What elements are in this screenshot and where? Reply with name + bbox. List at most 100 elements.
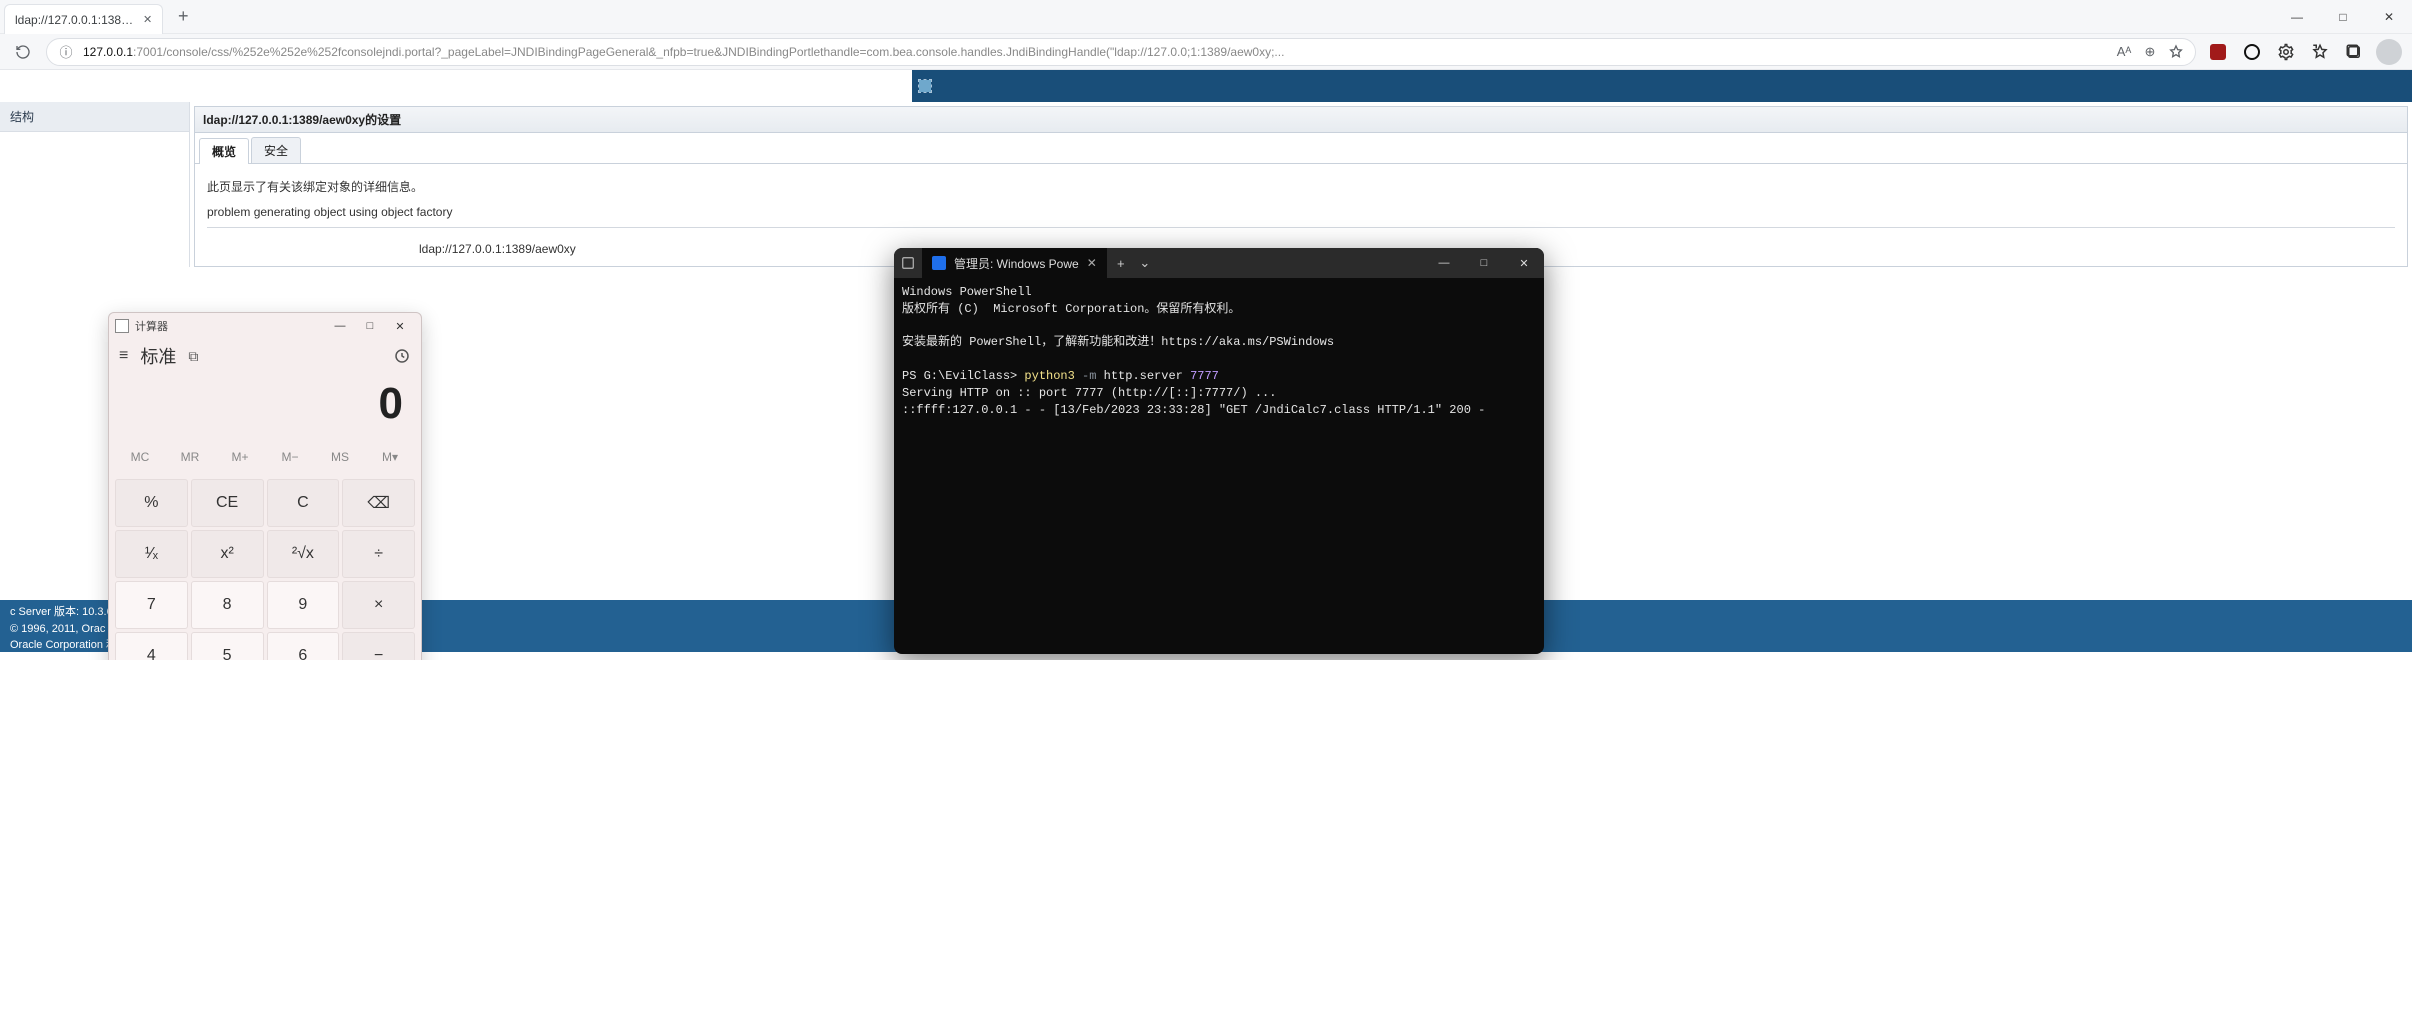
calculator-title: 计算器	[135, 318, 168, 334]
calc-mplus[interactable]: M+	[215, 439, 265, 475]
terminal-dropdown-icon[interactable]: ⌄	[1135, 255, 1155, 271]
calc-minus[interactable]: −	[342, 632, 415, 660]
reader-mode-icon[interactable]: Aᴬ	[2115, 43, 2133, 61]
calc-ms[interactable]: MS	[315, 439, 365, 475]
calc-c[interactable]: C	[267, 479, 340, 527]
terminal-window: 管理员: Windows Powe ✕ + ⌄ — □ ✕ Windows Po…	[894, 248, 1544, 654]
terminal-window-controls: — □ ✕	[1424, 248, 1544, 278]
maximize-button[interactable]: □	[2320, 0, 2366, 34]
calc-9[interactable]: 9	[267, 581, 340, 629]
calc-4[interactable]: 4	[115, 632, 188, 660]
terminal-body[interactable]: Windows PowerShell 版权所有 (C) Microsoft Co…	[894, 278, 1544, 424]
calc-sqrt[interactable]: ²√x	[267, 530, 340, 578]
calc-mdropdown[interactable]: M▾	[365, 439, 415, 475]
term-line: Windows PowerShell	[902, 285, 1032, 299]
calc-div[interactable]: ÷	[342, 530, 415, 578]
term-line: 安装最新的 PowerShell，了解新功能和改进！https://aka.ms…	[902, 335, 1334, 349]
minimize-button[interactable]: —	[2274, 0, 2320, 34]
calculator-window: 计算器 — □ ✕ ≡ 标准 ⧉ 0 MC MR	[108, 312, 422, 660]
calculator-menu-icon[interactable]: ≡	[119, 347, 128, 365]
calc-backspace[interactable]: ⌫	[342, 479, 415, 527]
close-button[interactable]: ✕	[2366, 0, 2412, 34]
tab-strip: ldap://127.0.0.1:1389/aew0xy的设 ✕ + — □ ✕	[0, 0, 2412, 34]
terminal-app-icon	[894, 249, 922, 277]
calc-mr[interactable]: MR	[165, 439, 215, 475]
settings-panel: ldap://127.0.0.1:1389/aew0xy的设置 概览 安全 此页…	[194, 106, 2408, 267]
calc-8[interactable]: 8	[191, 581, 264, 629]
term-port: 7777	[1190, 369, 1219, 383]
term-line: 版权所有 (C) Microsoft Corporation。保留所有权利。	[902, 302, 1240, 316]
site-info-icon[interactable]: ⓘ	[57, 43, 75, 61]
calculator-window-controls: — □ ✕	[325, 314, 415, 338]
divider	[207, 227, 2395, 228]
field-label	[207, 242, 407, 256]
url-field[interactable]: ⓘ 127.0.0.1:7001/console/css/%252e%252e%…	[46, 38, 2196, 66]
extension-gear-icon[interactable]	[2274, 40, 2298, 64]
powershell-icon	[932, 256, 946, 270]
calc-mminus[interactable]: M−	[265, 439, 315, 475]
sidebar: 结构	[0, 102, 190, 267]
calculator-titlebar[interactable]: 计算器 — □ ✕	[109, 313, 421, 339]
zoom-icon[interactable]: ⊕	[2141, 43, 2159, 61]
panel-title: ldap://127.0.0.1:1389/aew0xy的设置	[195, 107, 2407, 133]
panel-tabs: 概览 安全	[195, 133, 2407, 164]
extension-icons	[2206, 39, 2402, 65]
tab-overview[interactable]: 概览	[199, 138, 249, 164]
calculator-memory-row: MC MR M+ M− MS M▾	[109, 439, 421, 475]
terminal-tab-title: 管理员: Windows Powe	[954, 255, 1079, 272]
calc-inv[interactable]: ¹⁄ₓ	[115, 530, 188, 578]
calculator-minimize[interactable]: —	[325, 314, 355, 338]
address-bar: ⓘ 127.0.0.1:7001/console/css/%252e%252e%…	[0, 34, 2412, 70]
browser-tab[interactable]: ldap://127.0.0.1:1389/aew0xy的设 ✕	[4, 4, 163, 34]
terminal-minimize[interactable]: —	[1424, 248, 1464, 278]
tab-title: ldap://127.0.0.1:1389/aew0xy的设	[15, 11, 135, 28]
tab-close-icon[interactable]: ✕	[143, 13, 152, 26]
extension-circle-icon[interactable]	[2240, 40, 2264, 64]
terminal-new-tab[interactable]: +	[1107, 256, 1135, 271]
terminal-close[interactable]: ✕	[1504, 248, 1544, 278]
console-top-bar	[912, 70, 2412, 102]
broken-image-icon	[918, 79, 932, 93]
favorites-icon[interactable]	[2308, 40, 2332, 64]
calc-mul[interactable]: ×	[342, 581, 415, 629]
reload-button[interactable]	[10, 39, 36, 65]
url-text: 127.0.0.1:7001/console/css/%252e%252e%25…	[83, 45, 2107, 59]
term-args: http.server	[1096, 369, 1190, 383]
error-text: problem generating object using object f…	[207, 205, 2395, 219]
page-content: 结构 ldap://127.0.0.1:1389/aew0xy的设置 概览 安全…	[0, 70, 2412, 660]
collections-icon[interactable]	[2342, 40, 2366, 64]
term-prompt: PS G:\EvilClass>	[902, 369, 1024, 383]
calc-7[interactable]: 7	[115, 581, 188, 629]
calculator-maximize[interactable]: □	[355, 314, 385, 338]
info-text-1: 此页显示了有关该绑定对象的详细信息。	[207, 178, 2395, 195]
term-cmd: python3	[1024, 369, 1082, 383]
calc-ce[interactable]: CE	[191, 479, 264, 527]
new-tab-button[interactable]: +	[169, 3, 197, 31]
ublock-icon[interactable]	[2206, 40, 2230, 64]
terminal-tab-close[interactable]: ✕	[1087, 256, 1097, 270]
calculator-keypad: % CE C ⌫ ¹⁄ₓ x² ²√x ÷ 7 8 9 × 4 5 6 − 1 …	[109, 475, 421, 660]
content-strip: 结构 ldap://127.0.0.1:1389/aew0xy的设置 概览 安全…	[0, 102, 2412, 267]
term-line: ::ffff:127.0.0.1 - - [13/Feb/2023 23:33:…	[902, 403, 1485, 417]
browser-window: ldap://127.0.0.1:1389/aew0xy的设 ✕ + — □ ✕…	[0, 0, 2412, 660]
profile-avatar[interactable]	[2376, 39, 2402, 65]
terminal-tab[interactable]: 管理员: Windows Powe ✕	[922, 248, 1107, 278]
terminal-titlebar[interactable]: 管理员: Windows Powe ✕ + ⌄ — □ ✕	[894, 248, 1544, 278]
calculator-close[interactable]: ✕	[385, 314, 415, 338]
tab-security[interactable]: 安全	[251, 137, 301, 163]
window-controls: — □ ✕	[2274, 0, 2412, 34]
term-line: Serving HTTP on :: port 7777 (http://[::…	[902, 386, 1276, 400]
calculator-display: 0	[109, 373, 421, 439]
calculator-ontop-icon[interactable]: ⧉	[188, 348, 198, 365]
calculator-header: ≡ 标准 ⧉	[109, 339, 421, 373]
sidebar-header: 结构	[0, 102, 189, 132]
calc-percent[interactable]: %	[115, 479, 188, 527]
calc-sq[interactable]: x²	[191, 530, 264, 578]
calc-mc[interactable]: MC	[115, 439, 165, 475]
favorite-icon[interactable]	[2167, 43, 2185, 61]
terminal-maximize[interactable]: □	[1464, 248, 1504, 278]
field-value: ldap://127.0.0.1:1389/aew0xy	[419, 242, 576, 256]
calculator-history-icon[interactable]	[393, 347, 411, 365]
calc-6[interactable]: 6	[267, 632, 340, 660]
calc-5[interactable]: 5	[191, 632, 264, 660]
